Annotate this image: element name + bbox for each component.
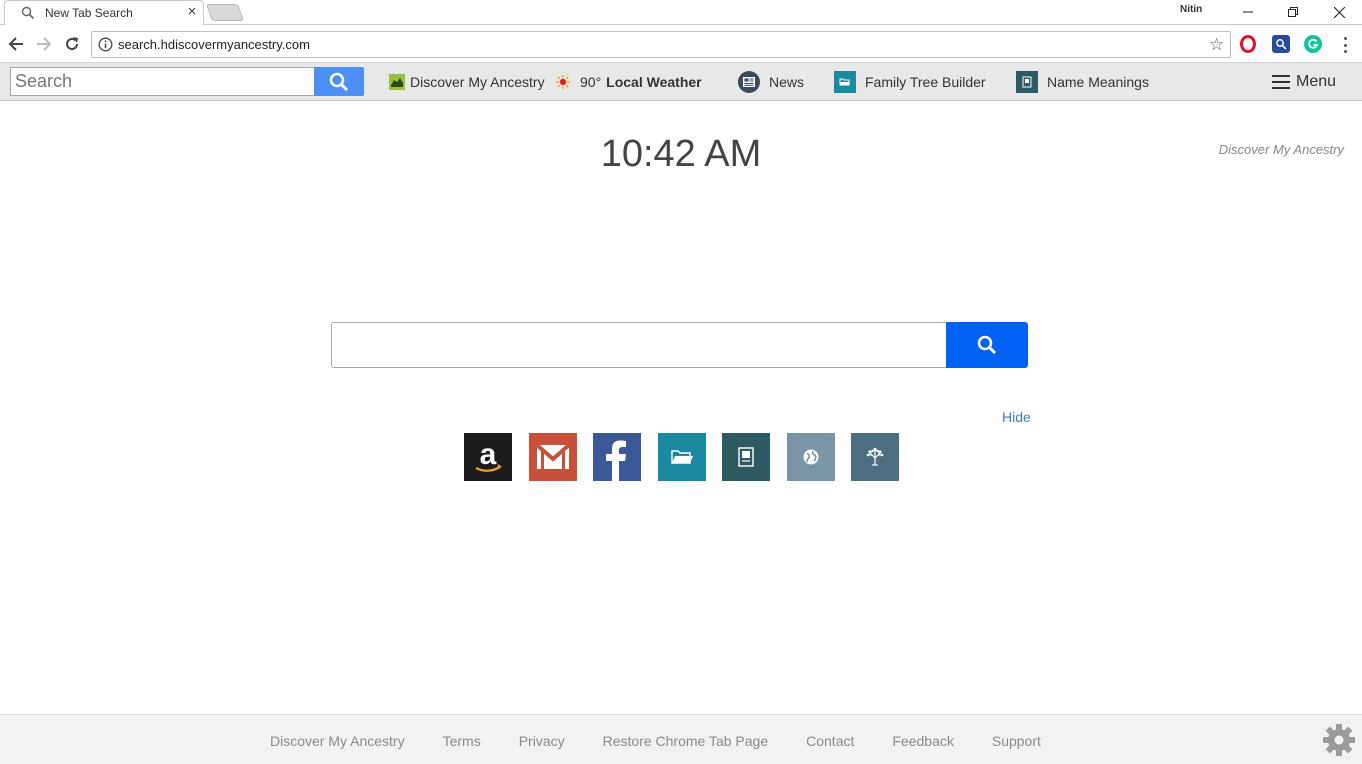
minimize-button[interactable] (1225, 0, 1271, 24)
tab-close-icon[interactable]: × (185, 3, 199, 20)
back-arrow-icon (8, 37, 23, 51)
shortcut-tiles: a (464, 433, 916, 481)
address-bar[interactable]: search.hdiscovermyancestry.com ☆ (91, 31, 1231, 58)
svg-text:a: a (480, 438, 497, 471)
ancestry-logo-icon (388, 71, 405, 93)
profile-name[interactable]: Nitin (1180, 4, 1202, 15)
toolbar-item-family-tree-builder[interactable]: Family Tree Builder (834, 71, 986, 93)
amazon-icon: a (475, 438, 502, 472)
new-tab-button[interactable] (205, 4, 245, 21)
footer-link-restore-chrome-tab-page[interactable]: Restore Chrome Tab Page (603, 733, 769, 749)
grammarly-g-icon (1308, 38, 1319, 49)
facebook-icon (606, 440, 626, 481)
tile-ancestry-tree[interactable] (851, 433, 899, 481)
minimize-icon (1243, 11, 1253, 13)
book-icon (1016, 71, 1038, 93)
folder-icon (670, 450, 693, 464)
tab-title: New Tab Search (45, 6, 133, 20)
tile-family-tree-builder[interactable] (657, 433, 706, 481)
reload-icon (66, 37, 78, 50)
footer-link-privacy[interactable]: Privacy (519, 733, 565, 749)
toolbar-item-name-meanings[interactable]: Name Meanings (1016, 71, 1149, 93)
search-icon (977, 335, 997, 355)
search-icon (21, 6, 35, 20)
tab-strip: New Tab Search × Nitin (0, 0, 1362, 25)
toolbar-menu-button[interactable]: Menu (1272, 71, 1336, 93)
toolbar-item-label: Family Tree Builder (865, 74, 986, 90)
footer-link-contact[interactable]: Contact (806, 733, 854, 749)
browser-tab[interactable]: New Tab Search × (4, 0, 204, 25)
main-search-button[interactable] (946, 322, 1028, 368)
footer: Discover My Ancestry Terms Privacy Resto… (0, 714, 1362, 764)
toolbar-item-label: News (769, 74, 805, 90)
footer-link-support[interactable]: Support (992, 733, 1041, 749)
footer-link-terms[interactable]: Terms (443, 733, 481, 749)
book-icon (738, 447, 754, 467)
tile-amazon[interactable]: a (464, 433, 512, 481)
back-button[interactable] (6, 34, 26, 54)
brand-label: Discover My Ancestry (1218, 142, 1344, 157)
tile-facebook[interactable] (593, 433, 641, 481)
toolbar-item-local-weather[interactable]: 90° Local Weather (552, 71, 702, 93)
footer-link-discover-my-ancestry[interactable]: Discover My Ancestry (270, 733, 405, 749)
toolbar-search-button[interactable] (314, 67, 364, 96)
tile-gmail[interactable] (528, 433, 577, 481)
browser-menu-icon[interactable] (1338, 35, 1352, 55)
weather-temperature: 90° (580, 74, 602, 90)
grammarly-icon[interactable] (1304, 35, 1322, 53)
toolbar-item-label: Name Meanings (1047, 74, 1149, 90)
close-window-button[interactable] (1316, 0, 1362, 24)
key-icon (1276, 39, 1287, 50)
restore-button[interactable] (1270, 0, 1316, 24)
info-icon[interactable] (98, 37, 113, 52)
gear-icon[interactable] (1322, 723, 1356, 757)
hamburger-icon (1272, 75, 1290, 89)
forward-button[interactable] (34, 34, 54, 54)
menu-label: Menu (1296, 73, 1337, 90)
restore-icon (1288, 7, 1298, 17)
footer-links: Discover My Ancestry Terms Privacy Resto… (270, 733, 1079, 749)
weather-label: Local Weather (606, 74, 702, 90)
gmail-icon (535, 443, 570, 469)
url-text[interactable]: search.hdiscovermyancestry.com (118, 37, 310, 52)
password-manager-icon[interactable] (1272, 35, 1290, 53)
hide-tiles-link[interactable]: Hide (1002, 409, 1031, 425)
toolbar-item-discover-my-ancestry[interactable]: Discover My Ancestry (388, 71, 545, 93)
tile-name-meanings[interactable] (722, 433, 770, 481)
close-icon (1333, 6, 1345, 18)
toolbar-item-label: Discover My Ancestry (410, 74, 545, 90)
opera-vpn-icon[interactable] (1240, 35, 1256, 53)
globe-icon (803, 449, 818, 465)
tile-ancestry-globe[interactable] (786, 433, 835, 481)
extension-toolbar: Discover My Ancestry 90° Local Weather (0, 63, 1362, 101)
weather-sun-icon (552, 71, 574, 93)
bookmark-star-icon[interactable]: ☆ (1209, 35, 1224, 55)
folder-icon (834, 71, 856, 93)
footer-link-feedback[interactable]: Feedback (892, 733, 953, 749)
news-icon (738, 71, 760, 93)
toolbar-search-input[interactable] (10, 67, 315, 96)
toolbar-item-news[interactable]: News (738, 71, 804, 93)
search-icon (329, 72, 349, 91)
tree-icon (866, 447, 884, 466)
main-search-input[interactable] (331, 322, 947, 368)
clock: 10:42 AM (600, 133, 762, 175)
navigation-bar: search.hdiscovermyancestry.com ☆ (0, 26, 1362, 63)
forward-arrow-icon (37, 37, 52, 51)
reload-button[interactable] (62, 34, 82, 54)
